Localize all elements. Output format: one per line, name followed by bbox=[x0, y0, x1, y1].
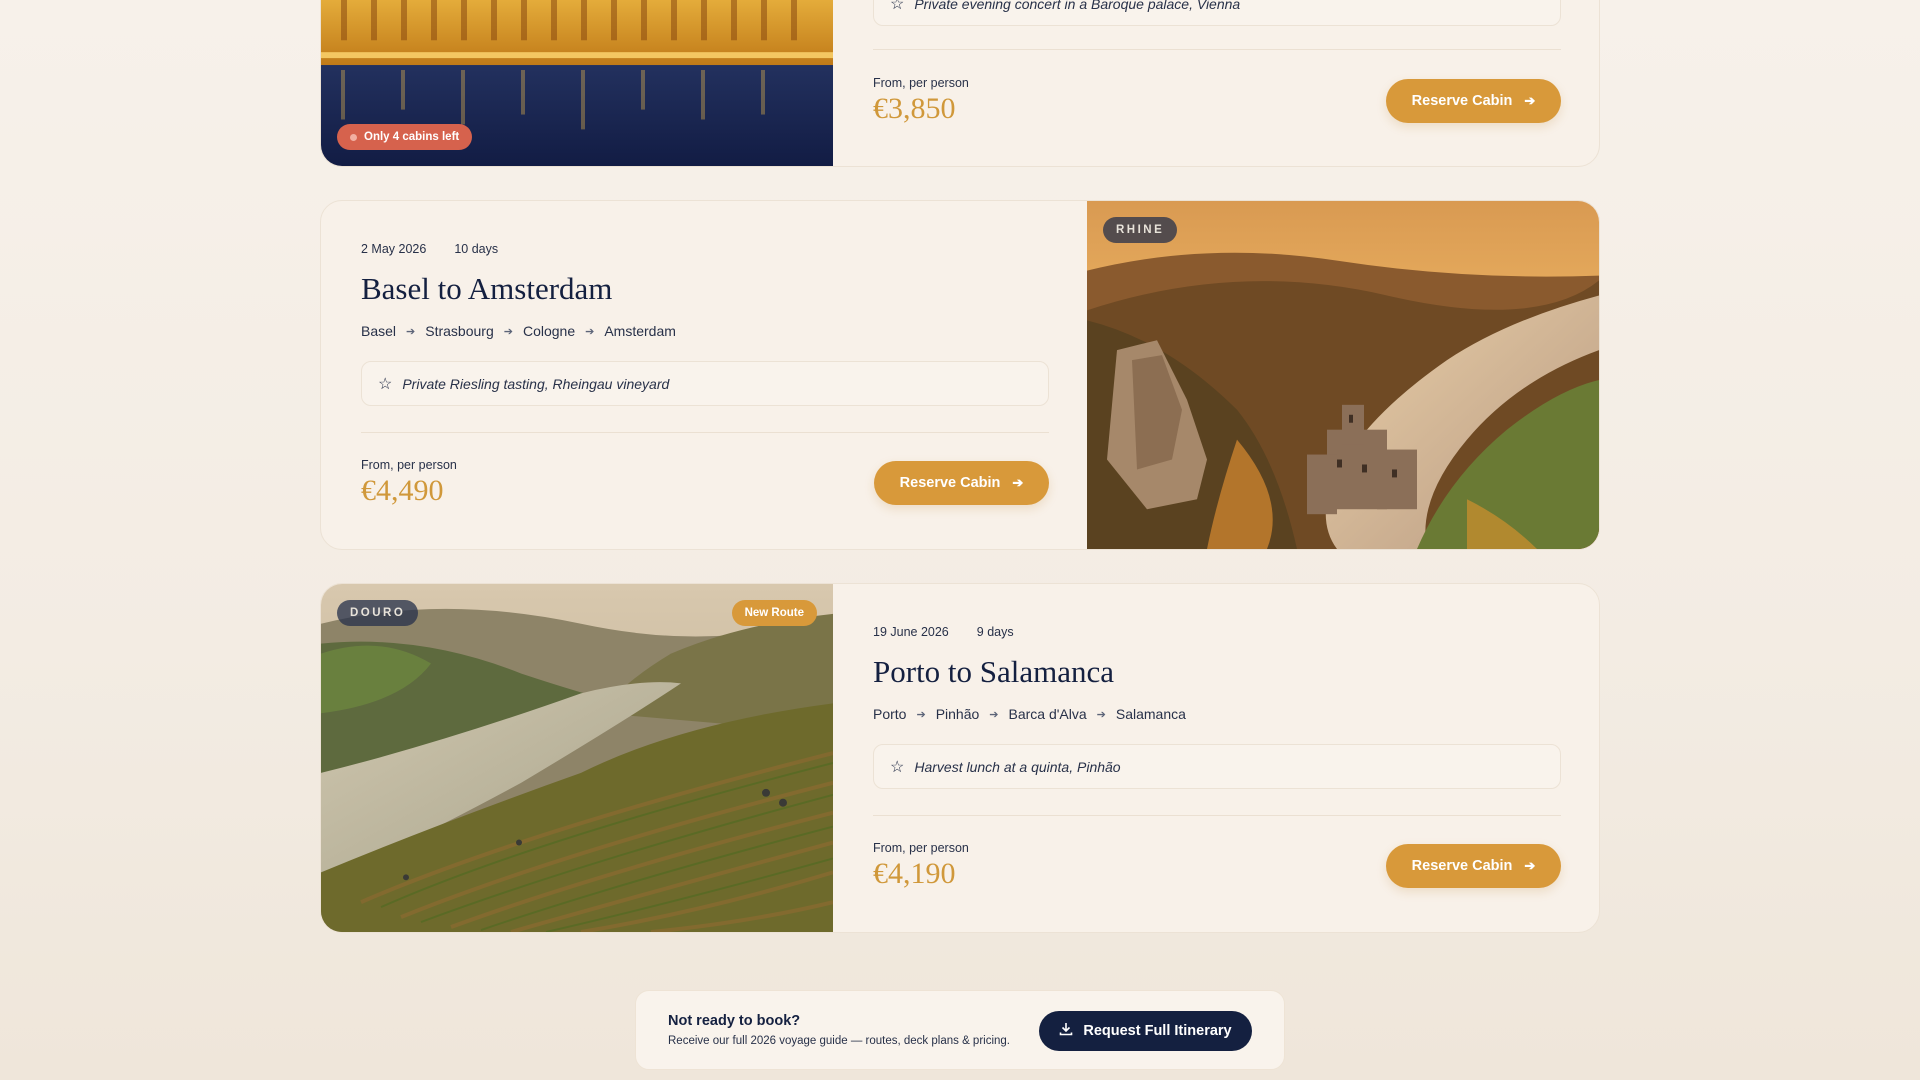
price-label: From, per person bbox=[873, 841, 969, 855]
arrow-right-icon: ➔ bbox=[406, 325, 416, 338]
voyage-date: 19 June 2026 bbox=[873, 625, 949, 639]
reserve-cabin-button[interactable]: Reserve Cabin ➔ bbox=[1386, 844, 1561, 888]
price-value: €3,850 bbox=[873, 92, 956, 125]
voyage-duration: 10 days bbox=[454, 242, 499, 256]
request-itinerary-button[interactable]: Request Full Itinerary bbox=[1039, 1011, 1252, 1051]
voyage-content: 2 May 2026 10 days Basel to Amsterdam Ba… bbox=[321, 201, 1089, 549]
price-value: €4,490 bbox=[361, 474, 444, 507]
voyage-content: ☆ Private evening concert in a Baroque p… bbox=[833, 0, 1599, 166]
voyage-title: Basel to Amsterdam bbox=[361, 271, 613, 306]
arrow-right-icon: ➔ bbox=[989, 708, 999, 721]
reserve-cabin-button[interactable]: Reserve Cabin ➔ bbox=[874, 461, 1049, 505]
voyage-meta: 2 May 2026 10 days bbox=[361, 242, 498, 256]
arrow-right-icon: ➔ bbox=[1524, 858, 1536, 873]
price-value: €4,190 bbox=[873, 857, 956, 890]
region-badge-label: DOURO bbox=[350, 607, 406, 619]
voyage-duration: 9 days bbox=[976, 625, 1014, 639]
star-icon: ☆ bbox=[890, 0, 905, 13]
voyage-meta: 19 June 2026 9 days bbox=[873, 625, 1014, 639]
arrow-right-icon: ➔ bbox=[1012, 475, 1024, 490]
price-label: From, per person bbox=[361, 458, 457, 472]
route-stop: Barca d'Alva bbox=[1008, 706, 1087, 722]
price-label: From, per person bbox=[873, 76, 969, 90]
highlight-text: Harvest lunch at a quinta, Pinhão bbox=[914, 758, 1121, 775]
divider bbox=[361, 432, 1049, 433]
reserve-cabin-label: Reserve Cabin bbox=[1411, 858, 1513, 874]
reserve-cabin-label: Reserve Cabin bbox=[899, 475, 1001, 491]
status-dot-icon bbox=[350, 133, 357, 141]
route-stop: Basel bbox=[361, 323, 397, 339]
voyage-image-rhine: RHINE bbox=[1087, 201, 1599, 549]
download-icon bbox=[1059, 1022, 1073, 1040]
route-stop: Porto bbox=[873, 706, 907, 722]
voyage-image-budapest: Only 4 cabins left bbox=[321, 0, 833, 166]
highlight-text: Private evening concert in a Baroque pal… bbox=[914, 0, 1241, 12]
route-stop: Pinhão bbox=[935, 706, 980, 722]
voyage-highlight: ☆ Private Riesling tasting, Rheingau vin… bbox=[361, 361, 1049, 406]
route-stop: Salamanca bbox=[1115, 706, 1186, 722]
voyage-route: Porto ➔ Pinhão ➔ Barca d'Alva ➔ Salamanc… bbox=[873, 706, 1186, 722]
availability-badge-label: Only 4 cabins left bbox=[364, 131, 460, 143]
route-stop: Strasbourg bbox=[425, 323, 494, 339]
reserve-cabin-label: Reserve Cabin bbox=[1411, 93, 1513, 109]
voyage-card-douro: DOURO New Route 19 June 2026 9 days Port… bbox=[320, 583, 1600, 933]
region-badge: RHINE bbox=[1103, 217, 1178, 243]
arrow-right-icon: ➔ bbox=[585, 325, 595, 338]
voyage-date: 2 May 2026 bbox=[361, 242, 427, 256]
new-route-badge-label: New Route bbox=[744, 607, 804, 619]
voyage-card-rhine: 2 May 2026 10 days Basel to Amsterdam Ba… bbox=[320, 200, 1600, 550]
region-badge: DOURO bbox=[337, 600, 419, 626]
voyage-title: Porto to Salamanca bbox=[873, 654, 1115, 689]
route-stop: Cologne bbox=[522, 323, 576, 339]
cta-subtitle: Receive our full 2026 voyage guide — rou… bbox=[668, 1035, 1011, 1047]
voyage-highlight: ☆ Private evening concert in a Baroque p… bbox=[873, 0, 1561, 26]
divider bbox=[873, 49, 1561, 50]
arrow-right-icon: ➔ bbox=[1524, 93, 1536, 108]
reserve-cabin-button[interactable]: Reserve Cabin ➔ bbox=[1386, 79, 1561, 123]
arrow-right-icon: ➔ bbox=[1096, 708, 1106, 721]
voyage-image-douro: DOURO New Route bbox=[321, 584, 833, 932]
region-badge-label: RHINE bbox=[1116, 224, 1165, 236]
divider bbox=[873, 815, 1561, 816]
route-stop: Amsterdam bbox=[604, 323, 676, 339]
new-route-badge: New Route bbox=[731, 600, 817, 626]
arrow-right-icon: ➔ bbox=[503, 325, 513, 338]
arrow-right-icon: ➔ bbox=[916, 708, 926, 721]
voyage-content: 19 June 2026 9 days Porto to Salamanca P… bbox=[833, 584, 1599, 932]
itinerary-cta: Not ready to book? Receive our full 2026… bbox=[635, 990, 1285, 1070]
voyage-highlight: ☆ Harvest lunch at a quinta, Pinhão bbox=[873, 744, 1561, 789]
star-icon: ☆ bbox=[890, 758, 905, 776]
highlight-text: Private Riesling tasting, Rheingau viney… bbox=[402, 375, 670, 392]
voyage-card-danube: Only 4 cabins left ☆ Private evening con… bbox=[320, 0, 1600, 167]
availability-badge: Only 4 cabins left bbox=[337, 124, 473, 150]
cta-title: Not ready to book? bbox=[668, 1013, 801, 1029]
star-icon: ☆ bbox=[378, 375, 393, 393]
request-itinerary-label: Request Full Itinerary bbox=[1083, 1023, 1232, 1039]
voyage-route: Basel ➔ Strasbourg ➔ Cologne ➔ Amsterdam bbox=[361, 323, 676, 339]
